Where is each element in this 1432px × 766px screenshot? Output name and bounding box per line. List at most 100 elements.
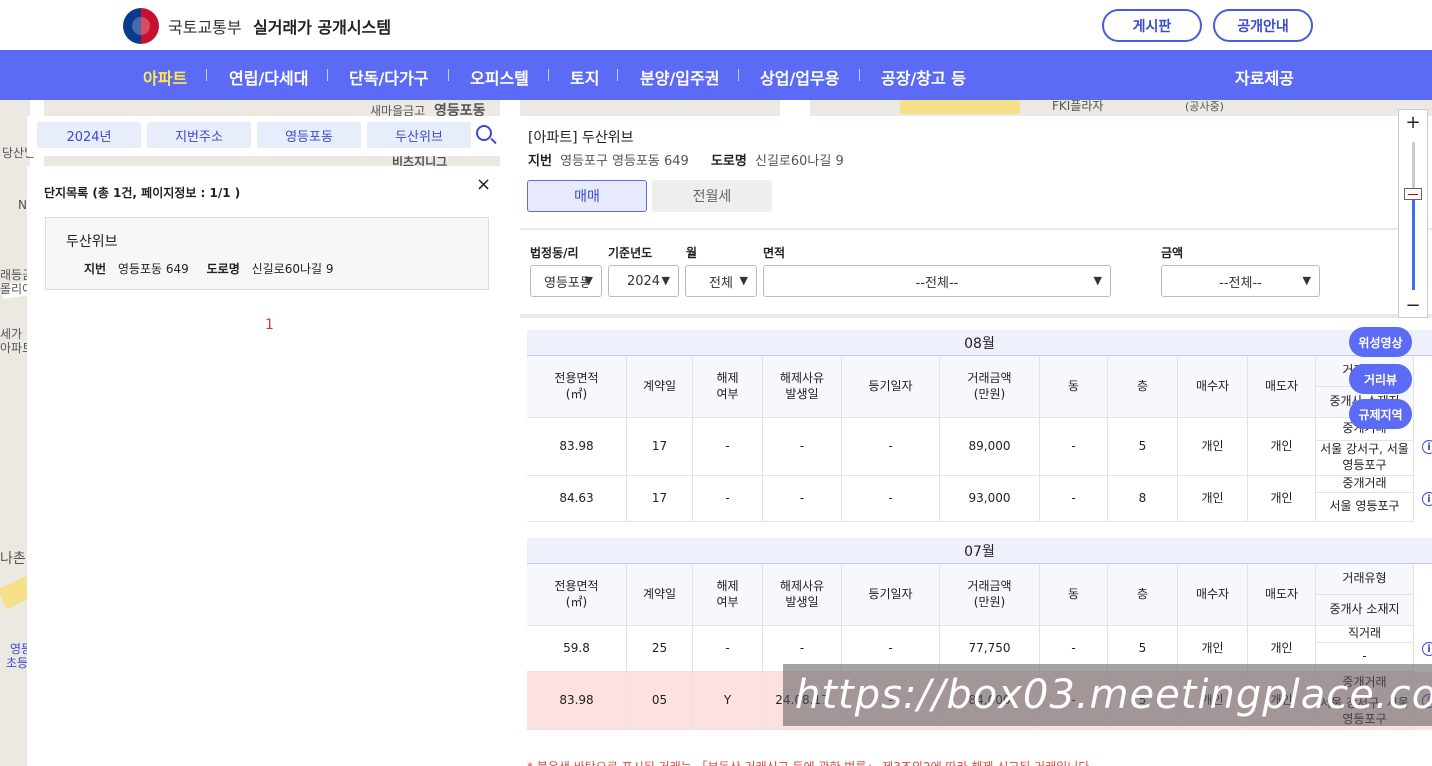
table-cell-cancel-date: - — [763, 418, 842, 476]
nav-divider — [548, 69, 549, 81]
zoom-control: + − — [1398, 109, 1428, 318]
column-header: 매도자 — [1248, 356, 1316, 418]
filter-bar: 법정동/리 기준년도 월 면적 금액 영등포동 ▼ 2024 ▼ 전체 ▼ --전체-… — [512, 230, 1432, 314]
jibun-value: 영등포동 649 — [117, 262, 189, 276]
chip-complex[interactable]: 두산위브 — [367, 122, 471, 148]
column-header: 층 — [1108, 356, 1178, 418]
complex-name[interactable]: 두산위브 — [66, 231, 118, 251]
government-logo-icon[interactable] — [123, 8, 159, 44]
column-header: 전용면적 (㎡) — [527, 564, 627, 626]
nav-item-detached[interactable]: 단독/다가구 — [349, 65, 428, 89]
complex-detail-header: [아파트] 두산위브 지번 영등포구 영등포동 649 도로명 신길로60나길 … — [512, 116, 1432, 228]
column-header: 층 — [1108, 564, 1178, 626]
chevron-down-icon: ▼ — [1302, 274, 1311, 287]
table-cell-area: 83.98 — [527, 672, 627, 730]
list-title: 단지목록 (총 1건, 페이지정보 : 1/1 ) — [44, 186, 241, 200]
table-cell-dong: - — [1040, 418, 1108, 476]
street-view-button[interactable]: 거리뷰 — [1349, 364, 1412, 394]
nav-item-villa[interactable]: 연립/다세대 — [229, 65, 308, 89]
month-select[interactable]: 전체 ▼ — [685, 265, 757, 297]
table-cell-dong: - — [1040, 476, 1108, 522]
table-cell-seller: 개인 — [1248, 418, 1316, 476]
close-icon[interactable]: × — [476, 174, 491, 195]
price-select[interactable]: --전체-- ▼ — [1161, 265, 1320, 297]
jibun-value: 영등포구 영등포동 649 — [560, 154, 689, 169]
info-button[interactable]: 공개안내 — [1213, 9, 1313, 42]
column-header: 매도자 — [1248, 564, 1316, 626]
table-cell-buyer: 개인 — [1178, 418, 1248, 476]
map-label: (공사중) — [1185, 100, 1224, 113]
year-label: 기준년도 — [608, 246, 653, 260]
dong-select[interactable]: 영등포동 ▼ — [530, 265, 602, 297]
info-icon[interactable]: i — [1422, 642, 1432, 656]
zoom-out-icon[interactable]: − — [1399, 293, 1427, 317]
info-icon[interactable]: i — [1422, 492, 1432, 506]
column-header: 거래금액 (만원) — [940, 356, 1040, 418]
column-header-agent: 중개사 소재지 — [1316, 595, 1414, 626]
chip-dong[interactable]: 영등포동 — [257, 122, 361, 148]
column-header: 동 — [1040, 356, 1108, 418]
table-cell-floor: 8 — [1108, 476, 1178, 522]
chip-year[interactable]: 2024년 — [37, 122, 141, 148]
nav-item-presale[interactable]: 분양/입주권 — [640, 65, 719, 89]
column-header: 해제사유 발생일 — [763, 356, 842, 418]
road-value: 신길로60나길 9 — [251, 262, 334, 276]
system-name[interactable]: 실거래가 공개시스템 — [253, 14, 391, 38]
road-value: 신길로60나길 9 — [755, 154, 844, 169]
zoom-slider-handle[interactable] — [1404, 188, 1422, 200]
table-cell-day: 17 — [627, 418, 693, 476]
board-button[interactable]: 게시판 — [1102, 9, 1202, 42]
table-cell-day: 17 — [627, 476, 693, 522]
nav-divider — [738, 69, 739, 81]
cancelled-note: * 붉은색 바탕으로 표시된 거래는 「부동산 거래신고 등에 관한 법률」 제… — [527, 758, 1093, 766]
zoom-level-fill — [1412, 196, 1415, 290]
apt-address: 지번 영등포구 영등포동 649 도로명 신길로60나길 9 — [528, 150, 844, 169]
nav-item-apartment[interactable]: 아파트 — [143, 65, 187, 89]
map-label: N — [18, 198, 27, 212]
nav-item-land[interactable]: 토지 — [570, 65, 599, 89]
table-cell-reg-date: - — [842, 476, 940, 522]
area-label: 면적 — [763, 246, 786, 260]
month-select-value: 전체 — [709, 275, 733, 291]
table-cell-day: 05 — [627, 672, 693, 730]
column-header: 동 — [1040, 564, 1108, 626]
column-header-type: 거래유형 — [1316, 564, 1414, 595]
pagination-page[interactable]: 1 — [265, 317, 274, 333]
nav-divider — [327, 69, 328, 81]
satellite-view-button[interactable]: 위성영상 — [1349, 327, 1412, 357]
chevron-down-icon: ▼ — [661, 274, 670, 287]
complex-list-panel: 단지목록 (총 1건, 페이지정보 : 1/1 ) × 두산위브 지번 영등포동… — [27, 166, 502, 766]
column-header: 해제사유 발생일 — [763, 564, 842, 626]
year-select-value: 2024 — [626, 273, 661, 289]
table-cell-day: 25 — [627, 626, 693, 672]
search-filter-bar: 2024년 지번주소 영등포동 두산위브 — [27, 116, 502, 156]
watermark-overlay: https://box03.meetingplace.co.kr — [783, 664, 1432, 726]
year-select[interactable]: 2024 ▼ — [608, 265, 679, 297]
regulation-zone-button[interactable]: 규제지역 — [1349, 399, 1412, 429]
column-header: 매수자 — [1178, 564, 1248, 626]
table-cell-cancel: - — [693, 476, 763, 522]
column-header: 전용면적 (㎡) — [527, 356, 627, 418]
chip-address-type[interactable]: 지번주소 — [147, 122, 251, 148]
info-icon[interactable]: i — [1422, 440, 1432, 454]
nav-item-data-service[interactable]: 자료제공 — [1235, 65, 1294, 89]
main-nav: 아파트 연립/다세대 단독/다가구 오피스텔 토지 분양/입주권 상업/업무용 … — [0, 50, 1432, 100]
price-label: 금액 — [1161, 246, 1184, 260]
search-icon[interactable] — [476, 125, 492, 141]
column-header: 해제 여부 — [693, 564, 763, 626]
table-cell-buyer: 개인 — [1178, 476, 1248, 522]
jibun-label: 지번 — [84, 262, 107, 276]
tab-rent[interactable]: 전월세 — [652, 180, 772, 212]
table-cell-type: 중개거래 — [1316, 476, 1414, 493]
table-cell-type: 직거래 — [1316, 626, 1414, 643]
nav-item-factory[interactable]: 공장/창고 등 — [881, 65, 966, 89]
complex-list-item[interactable]: 두산위브 지번 영등포동 649 도로명 신길로60나길 9 — [45, 217, 489, 290]
nav-item-officetel[interactable]: 오피스텔 — [470, 65, 529, 89]
map-label: 나촌 — [0, 551, 26, 567]
area-select[interactable]: --전체-- ▼ — [763, 265, 1111, 297]
dong-select-value: 영등포동 — [544, 275, 588, 291]
zoom-in-icon[interactable]: + — [1399, 110, 1427, 134]
tab-sale[interactable]: 매매 — [527, 180, 647, 212]
ministry-name: 국토교통부 — [168, 18, 242, 37]
nav-item-commercial[interactable]: 상업/업무용 — [760, 65, 839, 89]
